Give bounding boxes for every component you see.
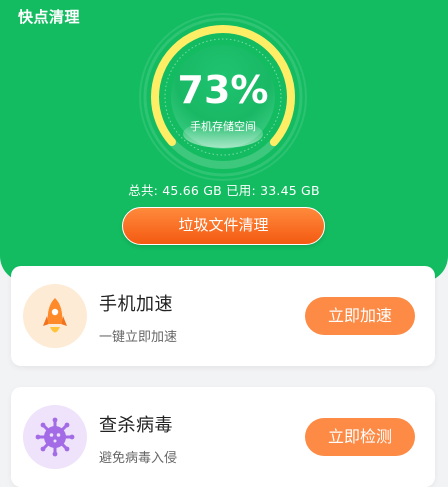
junk-clean-button[interactable]: 垃圾文件清理 <box>122 207 325 245</box>
hero-panel: 快点清理 73% 手机存储空间 总共: 45.66 GB 已用: 33.45 G… <box>0 0 448 282</box>
storage-summary: 总共: 45.66 GB 已用: 33.45 GB <box>0 180 448 199</box>
storage-percent: 73% <box>177 68 269 112</box>
used-label: 已用: <box>226 183 261 198</box>
virus-icon <box>23 405 87 469</box>
speedup-card: 手机加速 一键立即加速 立即加速 <box>11 266 435 366</box>
app-title: 快点清理 <box>18 8 81 26</box>
rocket-icon <box>23 284 87 348</box>
total-label: 总共: <box>128 183 163 198</box>
antivirus-subtitle: 避免病毒入侵 <box>99 451 178 466</box>
speedup-button[interactable]: 立即加速 <box>305 297 415 335</box>
storage-label: 手机存储空间 <box>190 120 256 133</box>
used-value: 33.45 GB <box>260 183 320 198</box>
total-value: 45.66 GB <box>162 183 222 198</box>
antivirus-title: 查杀病毒 <box>99 415 173 436</box>
storage-gauge: 73% 手机存储空间 <box>138 12 308 182</box>
speedup-title: 手机加速 <box>99 294 173 315</box>
antivirus-button[interactable]: 立即检测 <box>305 418 415 456</box>
antivirus-card: 查杀病毒 避免病毒入侵 立即检测 <box>11 387 435 487</box>
speedup-subtitle: 一键立即加速 <box>99 330 178 345</box>
